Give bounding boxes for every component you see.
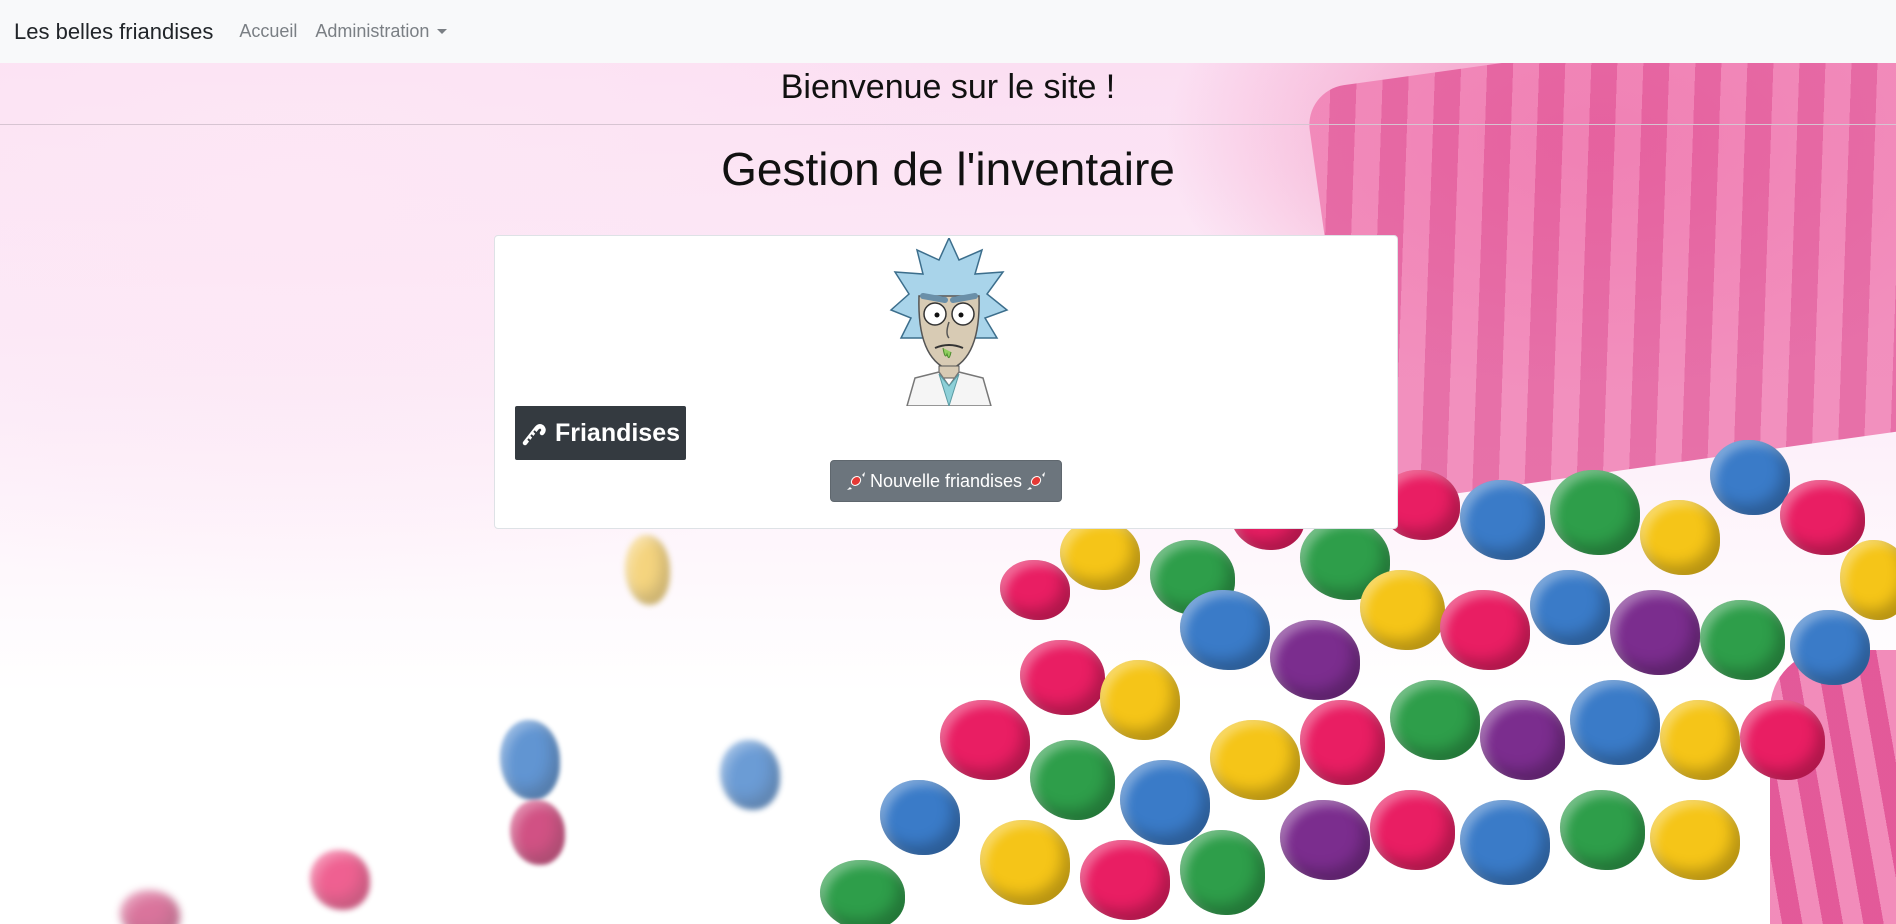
rick-character-icon bbox=[889, 238, 1009, 406]
candy bbox=[1100, 660, 1180, 740]
candy bbox=[1180, 830, 1265, 915]
candy bbox=[1700, 600, 1785, 680]
candy bbox=[1840, 540, 1896, 620]
candy bbox=[1660, 700, 1740, 780]
candy bbox=[1480, 700, 1565, 780]
candy bbox=[1740, 700, 1825, 780]
candy bbox=[880, 780, 960, 855]
candy bbox=[310, 850, 370, 910]
candy bbox=[625, 535, 670, 605]
candy bbox=[720, 740, 780, 810]
brand-link[interactable]: Les belles friandises bbox=[14, 19, 213, 45]
candy bbox=[1370, 790, 1455, 870]
page-title: Gestion de l'inventaire bbox=[721, 143, 1175, 195]
caret-down-icon bbox=[437, 29, 448, 34]
candy bbox=[1030, 740, 1115, 820]
candy-icon bbox=[1026, 471, 1046, 491]
inventory-card: Friandises Nouvelle friandises bbox=[494, 235, 1398, 529]
candy bbox=[1560, 790, 1645, 870]
candy bbox=[1080, 840, 1170, 920]
candy bbox=[1550, 470, 1640, 555]
candy bbox=[1120, 760, 1210, 845]
candy bbox=[500, 720, 560, 800]
candy bbox=[1280, 800, 1370, 880]
top-navbar: Les belles friandises Accueil Administra… bbox=[0, 0, 1896, 63]
candy-cane-icon bbox=[521, 420, 547, 446]
candy bbox=[1460, 800, 1550, 885]
nav-link-accueil[interactable]: Accueil bbox=[239, 21, 297, 42]
candy bbox=[1610, 590, 1700, 675]
candy bbox=[1650, 800, 1740, 880]
candy-icon bbox=[846, 471, 866, 491]
candy bbox=[1640, 500, 1720, 575]
new-friandise-label: Nouvelle friandises bbox=[869, 470, 1023, 491]
candy bbox=[1020, 640, 1105, 715]
friandises-category-button[interactable]: Friandises bbox=[515, 406, 686, 460]
candy bbox=[940, 700, 1030, 780]
welcome-heading: Bienvenue sur le site ! bbox=[0, 63, 1896, 125]
candy bbox=[1300, 700, 1385, 785]
candy bbox=[1060, 520, 1140, 590]
candy bbox=[1000, 560, 1070, 620]
candy bbox=[1360, 570, 1445, 650]
nav-dropdown-label: Administration bbox=[315, 21, 430, 41]
candy bbox=[1210, 720, 1300, 800]
candy bbox=[1570, 680, 1660, 765]
new-friandise-button[interactable]: Nouvelle friandises bbox=[830, 460, 1062, 502]
candy bbox=[820, 860, 905, 924]
candy bbox=[1530, 570, 1610, 645]
candy bbox=[1180, 590, 1270, 670]
candy bbox=[1780, 480, 1865, 555]
candy bbox=[1460, 480, 1545, 560]
candy bbox=[120, 890, 180, 924]
candy bbox=[1270, 620, 1360, 700]
nav-dropdown-administration[interactable]: Administration bbox=[315, 21, 448, 42]
candy bbox=[980, 820, 1070, 905]
friandises-label: Friandises bbox=[554, 418, 681, 447]
candy bbox=[1390, 680, 1480, 760]
candy bbox=[510, 800, 565, 865]
candy-cup-wrapper-bottom bbox=[1770, 650, 1896, 924]
candy bbox=[1440, 590, 1530, 670]
candy bbox=[1710, 440, 1790, 515]
